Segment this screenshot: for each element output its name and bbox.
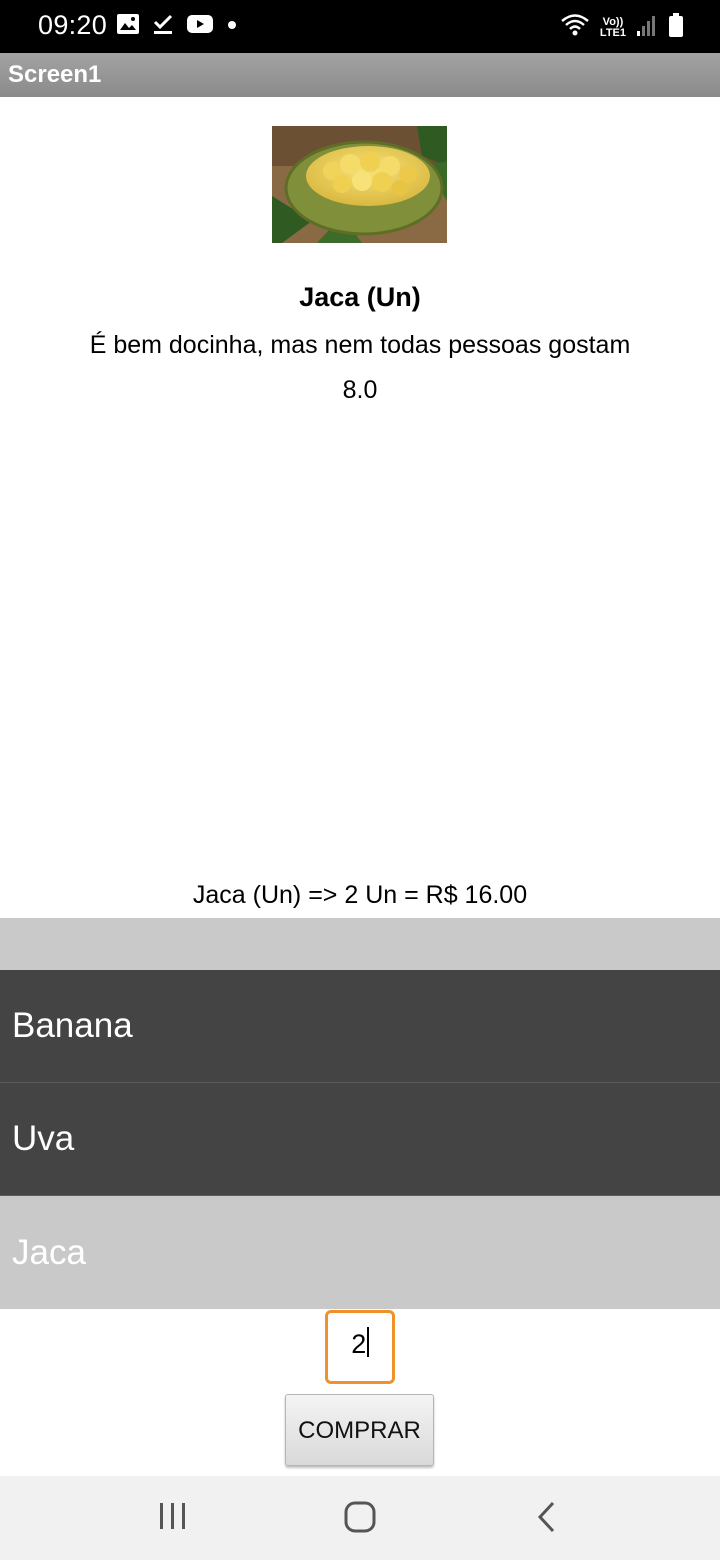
fruit-image bbox=[272, 126, 447, 243]
home-icon[interactable] bbox=[343, 1500, 377, 1539]
recent-apps-icon[interactable] bbox=[158, 1500, 188, 1537]
product-price: 8.0 bbox=[342, 376, 378, 404]
status-bar: 09:20 Vo)) LTE1 bbox=[0, 0, 720, 53]
list-item[interactable]: Banana bbox=[0, 970, 720, 1083]
check-icon bbox=[152, 13, 174, 40]
product-name: Jaca (Un) bbox=[299, 282, 421, 312]
order-summary: Jaca (Un) => 2 Un = R$ 16.00 bbox=[192, 881, 528, 909]
text-cursor bbox=[367, 1327, 369, 1357]
lte-label: LTE1 bbox=[599, 26, 626, 39]
title-bar: Screen1 bbox=[0, 53, 720, 97]
navigation-bar bbox=[0, 1476, 720, 1560]
list-item-label: Jaca bbox=[12, 1232, 86, 1272]
volte-lte-icon: Vo)) LTE1 bbox=[599, 15, 626, 39]
status-time: 09:20 bbox=[38, 10, 108, 40]
signal-icon bbox=[636, 13, 658, 42]
list-item-selected[interactable]: Jaca bbox=[0, 1196, 720, 1309]
back-icon[interactable] bbox=[535, 1500, 559, 1539]
battery-icon bbox=[668, 12, 684, 43]
list-item[interactable]: Uva bbox=[0, 1083, 720, 1196]
dot-icon bbox=[226, 18, 238, 36]
list-header-spacer bbox=[0, 918, 720, 970]
screen-title: Screen1 bbox=[8, 61, 102, 88]
quantity-value: 2 bbox=[351, 1329, 367, 1359]
system-status-icons: Vo)) LTE1 bbox=[560, 12, 684, 43]
list-item-label: Banana bbox=[12, 1006, 133, 1045]
quantity-input[interactable]: 2 bbox=[325, 1310, 395, 1384]
vo-label: Vo)) bbox=[602, 15, 624, 28]
image-icon bbox=[116, 13, 140, 40]
buy-button[interactable]: COMPRAR bbox=[285, 1394, 434, 1466]
fruit-list: Banana Uva Jaca bbox=[0, 970, 720, 1309]
notification-icons bbox=[116, 13, 238, 40]
wifi-icon bbox=[560, 12, 590, 43]
youtube-icon bbox=[186, 13, 214, 40]
product-description: É bem docinha, mas nem todas pessoas gos… bbox=[89, 331, 631, 359]
list-item-label: Uva bbox=[12, 1119, 75, 1158]
